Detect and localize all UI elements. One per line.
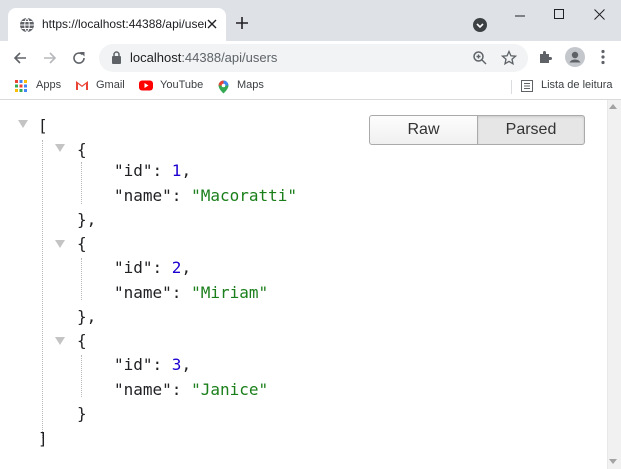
back-icon[interactable] (11, 49, 29, 67)
maximize-icon[interactable] (554, 9, 564, 19)
globe-icon (20, 17, 34, 33)
browser-tab[interactable]: https://localhost:44388/api/users (8, 8, 226, 41)
collapse-toggle-item[interactable] (55, 337, 65, 345)
bookmarks-bar: Apps Gmail YouTube Maps Lista de leitura (0, 74, 621, 100)
extensions-icon[interactable] (537, 49, 553, 65)
parsed-button[interactable]: Parsed (477, 115, 585, 145)
json-string: "Miriam" (191, 283, 269, 302)
json-property-name: "name": "Miriam" (114, 283, 269, 302)
json-string: "Janice" (191, 380, 269, 399)
scroll-up-arrow-icon[interactable] (609, 104, 617, 109)
tab-title: https://localhost:44388/api/users (42, 17, 206, 31)
json-property-id: "id": 2, (114, 258, 192, 277)
json-property-id: "id": 3, (114, 355, 192, 374)
bookmark-label: Apps (36, 79, 62, 91)
window-close-icon[interactable] (594, 9, 605, 20)
indent-guide (42, 140, 43, 438)
url-text[interactable]: localhost:44388/api/users (130, 50, 277, 65)
collapse-toggle-item[interactable] (55, 144, 65, 152)
open-bracket: [ (38, 116, 48, 135)
bookmark-youtube[interactable]: YouTube (139, 78, 207, 96)
indent-guide (81, 162, 82, 204)
open-brace: { (77, 331, 87, 350)
zoom-icon[interactable] (472, 50, 488, 66)
maps-icon (218, 80, 229, 94)
bookmark-apps[interactable]: Apps (15, 78, 65, 96)
indent-guide (81, 258, 82, 300)
youtube-icon (139, 80, 153, 91)
json-key: "id" (114, 258, 153, 277)
vertical-scrollbar[interactable] (607, 100, 621, 469)
bookmarks-separator (511, 80, 512, 94)
collapse-toggle-item[interactable] (55, 240, 65, 248)
address-bar[interactable]: localhost:44388/api/users (99, 44, 528, 72)
bookmark-maps[interactable]: Maps (218, 78, 268, 96)
json-key: "id" (114, 355, 153, 374)
json-string: "Macoratti" (191, 186, 298, 205)
json-key: "name" (114, 283, 172, 302)
new-tab-icon[interactable] (235, 16, 249, 30)
open-brace: { (77, 234, 87, 253)
bookmark-gmail[interactable]: Gmail (75, 78, 130, 96)
more-menu-icon[interactable] (601, 49, 605, 65)
close-icon[interactable] (206, 18, 218, 30)
view-mode-toggle: Raw Parsed (369, 115, 585, 145)
url-host: localhost (130, 50, 182, 65)
close-brace: }, (77, 210, 97, 229)
json-key: "name" (114, 380, 172, 399)
reading-list-icon (521, 80, 533, 92)
close-bracket: ] (38, 429, 48, 448)
json-number: 3 (171, 355, 182, 374)
json-number: 1 (171, 161, 182, 180)
minimize-icon[interactable] (514, 6, 526, 18)
url-path: :44388/api/users (181, 50, 278, 65)
json-key: "name" (114, 186, 172, 205)
reading-list-label: Lista de leitura (541, 79, 613, 91)
bookmark-label: Gmail (96, 79, 125, 91)
open-brace: { (77, 140, 87, 159)
tab-search-icon[interactable] (472, 17, 488, 33)
tab-strip: https://localhost:44388/api/users (0, 0, 621, 41)
scroll-down-arrow-icon[interactable] (609, 459, 617, 464)
indent-guide (81, 355, 82, 397)
collapse-toggle-root[interactable] (18, 120, 28, 128)
raw-button[interactable]: Raw (369, 115, 478, 145)
json-key: "id" (114, 161, 153, 180)
bookmark-label: YouTube (160, 79, 204, 91)
json-viewer: [ { "id": 1, "name": "Macoratti" }, { "i… (0, 100, 607, 469)
lock-icon[interactable] (111, 51, 122, 64)
json-property-name: "name": "Janice" (114, 380, 269, 399)
browser-toolbar: localhost:44388/api/users (0, 41, 621, 74)
reload-icon[interactable] (70, 49, 88, 67)
bookmark-star-icon[interactable] (501, 50, 517, 66)
json-property-id: "id": 1, (114, 161, 192, 180)
profile-avatar-icon[interactable] (565, 47, 585, 67)
gmail-icon (76, 81, 88, 90)
close-brace: } (77, 404, 87, 423)
bookmark-label: Maps (237, 79, 264, 91)
reading-list-button[interactable]: Lista de leitura (521, 78, 616, 96)
close-brace: }, (77, 307, 97, 326)
apps-grid-icon (15, 80, 27, 92)
forward-icon[interactable] (41, 49, 59, 67)
json-number: 2 (171, 258, 182, 277)
json-property-name: "name": "Macoratti" (114, 186, 298, 205)
